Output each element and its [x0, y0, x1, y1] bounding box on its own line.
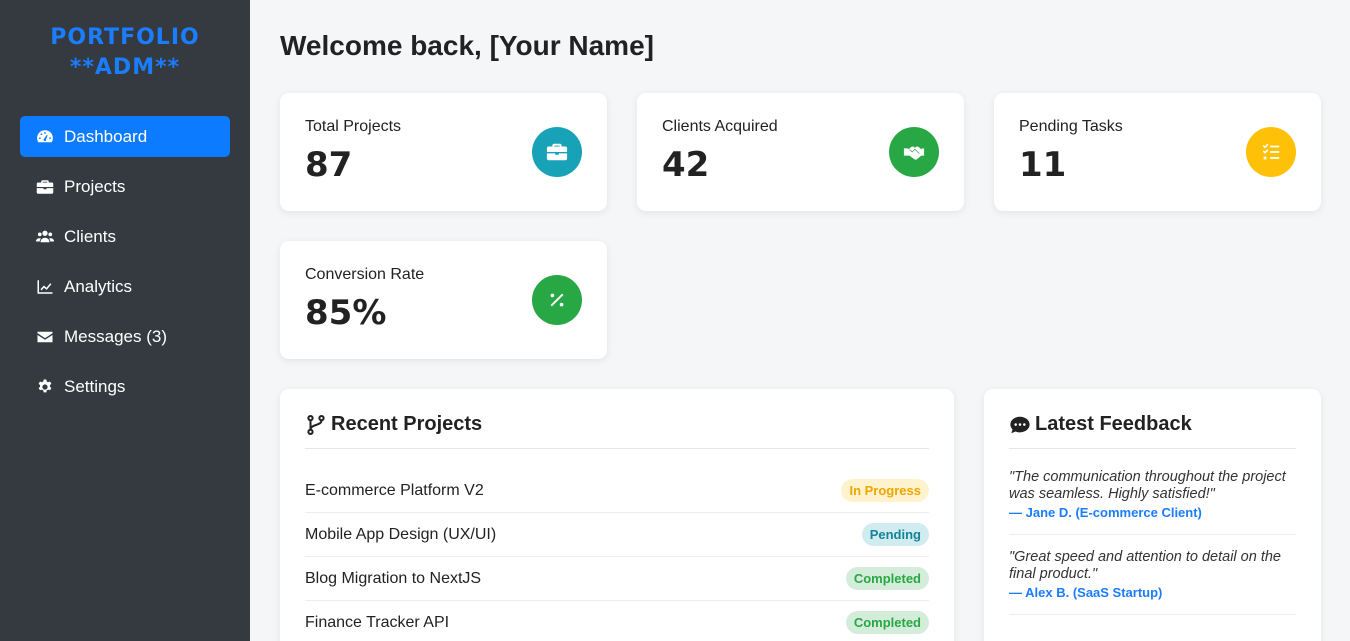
stat-label: Conversion Rate [305, 266, 425, 283]
sidebar-item-label: Analytics [64, 276, 133, 296]
feedback-item: "Great speed and attention to detail on … [1009, 549, 1296, 615]
feedback-quote: "The communication throughout the projec… [1009, 469, 1286, 502]
stat-card-total-projects: Total Projects 87 [280, 93, 607, 211]
comment-dots-icon [1010, 416, 1030, 433]
sidebar-item-label: Messages (3) [64, 326, 167, 346]
sidebar-item-label: Projects [64, 176, 126, 196]
gear-icon [34, 377, 56, 397]
panel-title: Recent Projects [305, 413, 482, 436]
sidebar-item-messages[interactable]: Messages (3) [20, 316, 230, 357]
sidebar-item-dashboard[interactable]: Dashboard [20, 116, 230, 157]
status-badge: Completed [845, 611, 929, 634]
list-item[interactable]: E-commerce Platform V2 In Progress [305, 469, 929, 513]
logo-line-2: **ADM** [69, 55, 181, 80]
feedback-author[interactable]: — Alex B. (SaaS Startup) [1009, 585, 1296, 600]
status-badge: In Progress [841, 479, 929, 502]
stat-value: 42 [662, 145, 710, 185]
recent-projects-panel: Recent Projects E-commerce Platform V2 I… [280, 389, 954, 641]
feedback-list: "The communication throughout the projec… [1009, 469, 1296, 629]
recent-projects-title: Recent Projects [331, 413, 483, 435]
sidebar-item-analytics[interactable]: Analytics [20, 266, 230, 307]
stat-value: 11 [1019, 145, 1067, 185]
stat-card-pending-tasks: Pending Tasks 11 [994, 93, 1321, 211]
project-name: Finance Tracker API [305, 613, 450, 631]
code-branch-icon [307, 414, 325, 435]
stat-card-clients-acquired: Clients Acquired 42 [637, 93, 964, 211]
sidebar: PORTFOLIO **ADM** Dashboard Projects Cli… [0, 0, 250, 641]
sidebar-item-projects[interactable]: Projects [20, 166, 230, 207]
sidebar-item-settings[interactable]: Settings [20, 366, 230, 407]
logo: PORTFOLIO **ADM** [0, 0, 250, 83]
gauge-icon [34, 127, 56, 147]
project-name: Mobile App Design (UX/UI) [305, 525, 497, 543]
main-content: Welcome back, [Your Name] Total Projects… [250, 0, 1350, 641]
handshake-icon [889, 127, 939, 177]
feedback-quote: "Great speed and attention to detail on … [1009, 549, 1281, 582]
status-badge: Pending [861, 523, 929, 546]
feedback-author[interactable]: — Jane D. (E-commerce Client) [1009, 505, 1296, 520]
list-item[interactable]: Blog Migration to NextJS Completed [305, 557, 929, 601]
project-name: E-commerce Platform V2 [305, 481, 484, 499]
stat-card-conversion-rate: Conversion Rate 85% [280, 241, 607, 359]
sidebar-item-label: Settings [64, 376, 126, 396]
stat-label: Clients Acquired [662, 118, 778, 135]
users-icon [34, 227, 56, 247]
panel-title: Latest Feedback [1009, 413, 1192, 436]
divider [1009, 448, 1296, 449]
envelope-icon [34, 327, 56, 347]
chart-line-icon [34, 277, 56, 297]
project-list: E-commerce Platform V2 In Progress Mobil… [305, 469, 929, 641]
stat-value: 85% [305, 293, 387, 333]
list-item[interactable]: Finance Tracker API Completed [305, 601, 929, 641]
sidebar-item-label: Dashboard [64, 126, 148, 146]
stat-value: 87 [305, 145, 353, 185]
briefcase-icon [34, 177, 56, 197]
sidebar-nav: Dashboard Projects Clients Analytics Mes… [20, 116, 230, 416]
feedback-item: "The communication throughout the projec… [1009, 469, 1296, 535]
project-name: Blog Migration to NextJS [305, 569, 482, 587]
divider [305, 448, 929, 449]
latest-feedback-panel: Latest Feedback "The communication throu… [984, 389, 1321, 641]
page-title: Welcome back, [Your Name] [280, 30, 654, 61]
list-item[interactable]: Mobile App Design (UX/UI) Pending [305, 513, 929, 557]
stat-label: Pending Tasks [1019, 118, 1123, 135]
stat-label: Total Projects [305, 118, 402, 135]
sidebar-item-clients[interactable]: Clients [20, 216, 230, 257]
status-badge: Completed [845, 567, 929, 590]
briefcase-icon [532, 127, 582, 177]
percent-icon [532, 275, 582, 325]
latest-feedback-title: Latest Feedback [1035, 413, 1192, 435]
logo-line-1: PORTFOLIO [50, 25, 200, 50]
task-list-icon [1246, 127, 1296, 177]
sidebar-item-label: Clients [64, 226, 116, 246]
